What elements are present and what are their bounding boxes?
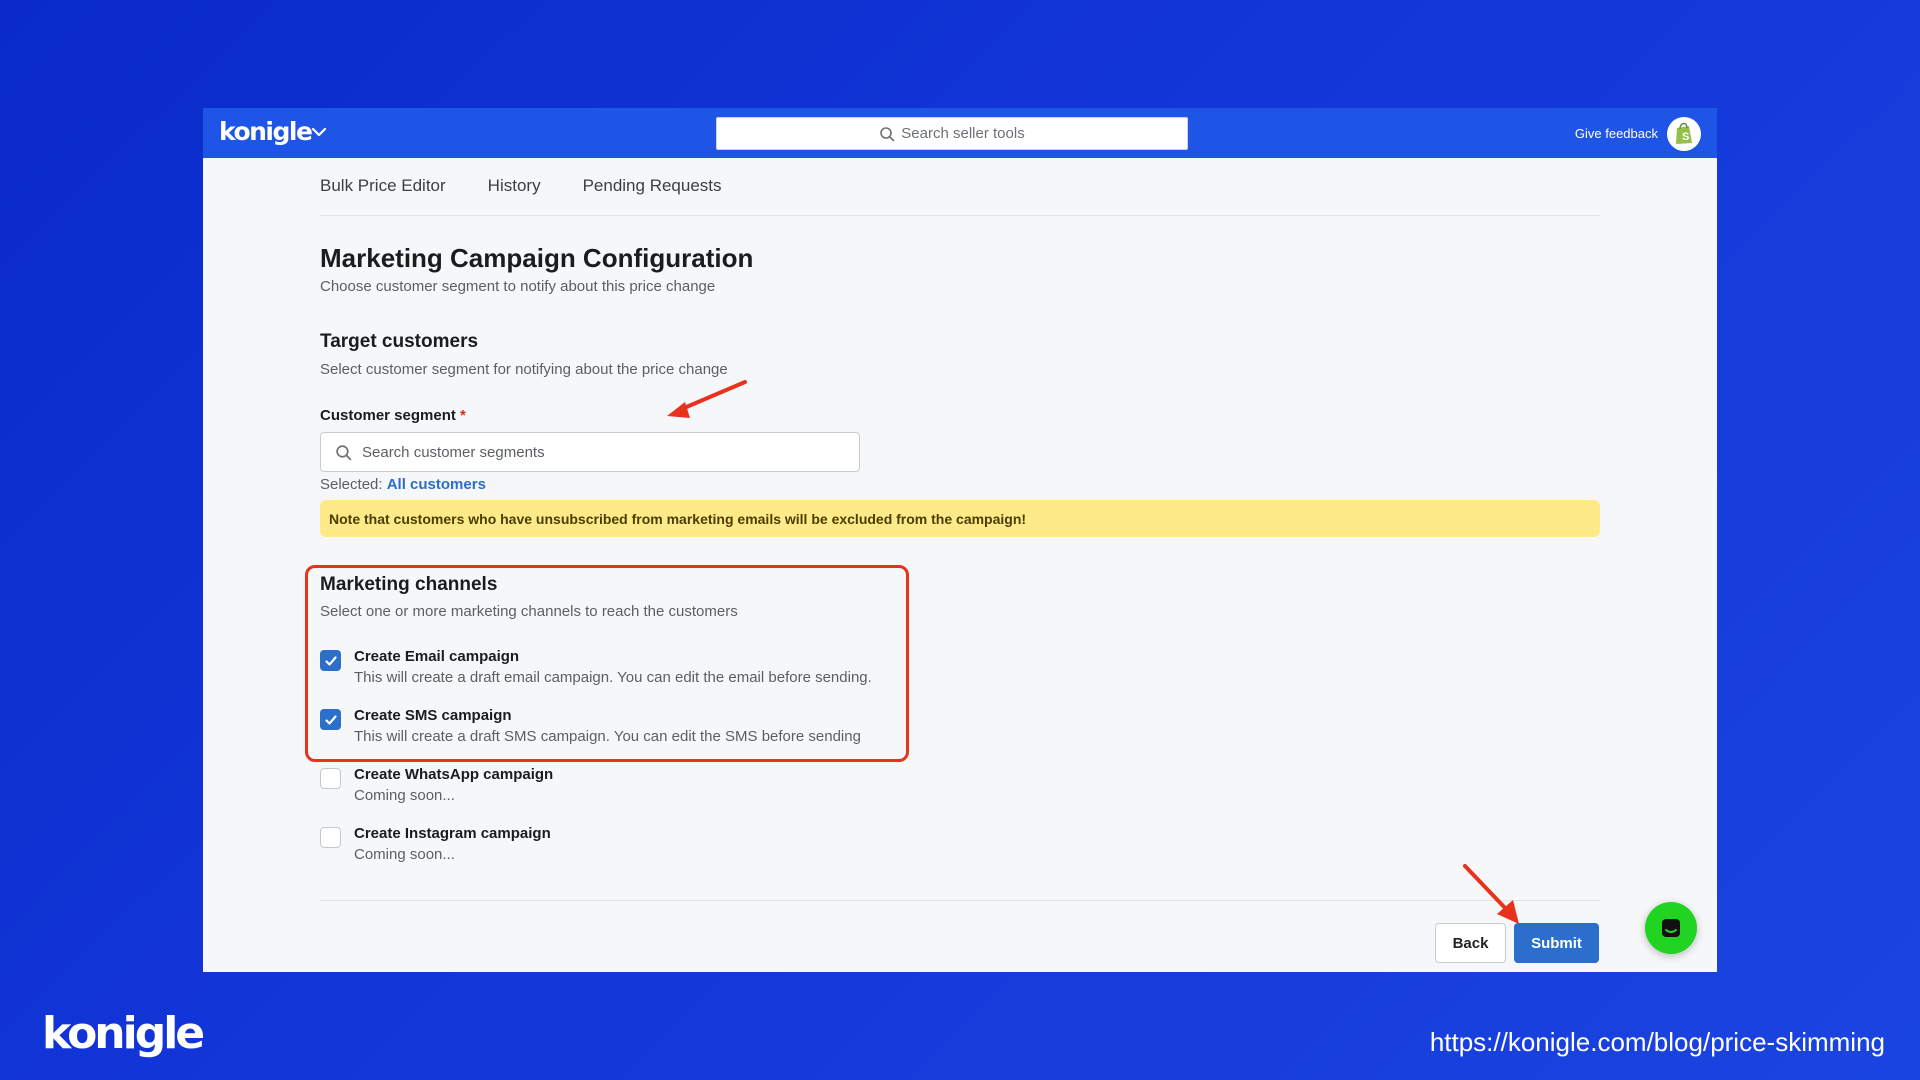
- top-bar: konigle Search seller tools Give feedbac…: [203, 108, 1717, 158]
- app-window: konigle Search seller tools Give feedbac…: [203, 108, 1717, 972]
- arrow-annotation-icon: [667, 380, 747, 418]
- whatsapp-campaign-label: Create WhatsApp campaign: [354, 766, 554, 783]
- segment-search-placeholder: Search customer segments: [362, 443, 545, 461]
- instagram-campaign-label: Create Instagram campaign: [354, 825, 551, 842]
- tab-history[interactable]: History: [488, 176, 541, 196]
- customer-segment-label-text: Customer segment: [320, 407, 456, 424]
- selected-segment: Selected: All customers: [320, 476, 486, 493]
- tabs-divider: [320, 215, 1600, 216]
- selected-segment-link[interactable]: All customers: [387, 476, 486, 493]
- give-feedback-link[interactable]: Give feedback: [1575, 126, 1658, 141]
- page-subtitle: Choose customer segment to notify about …: [320, 278, 716, 295]
- footer-divider: [320, 900, 1600, 901]
- arrow-annotation-icon: [1463, 864, 1519, 924]
- tab-pending-requests[interactable]: Pending Requests: [583, 176, 722, 196]
- checkbox-unchecked-icon[interactable]: [320, 827, 341, 848]
- whatsapp-campaign-desc: Coming soon...: [354, 787, 455, 804]
- footer-brand-logo: konigle: [42, 1008, 205, 1059]
- unsubscribe-notice-banner: Note that customers who have unsubscribe…: [320, 500, 1600, 537]
- svg-text:S: S: [1682, 131, 1689, 143]
- chat-icon: [1662, 919, 1680, 937]
- search-icon: [336, 444, 352, 460]
- blog-url: https://konigle.com/blog/price-skimming: [1429, 1027, 1885, 1057]
- seller-tools-search[interactable]: Search seller tools: [716, 117, 1188, 150]
- search-placeholder: Search seller tools: [901, 125, 1025, 142]
- target-customers-heading: Target customers: [320, 331, 479, 352]
- chevron-down-icon[interactable]: [308, 121, 330, 143]
- tab-bulk-price-editor[interactable]: Bulk Price Editor: [320, 176, 446, 196]
- shopify-icon[interactable]: S: [1667, 117, 1701, 151]
- target-customers-subtitle: Select customer segment for notifying ab…: [320, 361, 728, 378]
- page-title: Marketing Campaign Configuration: [320, 243, 754, 273]
- required-marker: *: [460, 407, 466, 424]
- tab-bar: Bulk Price Editor History Pending Reques…: [320, 176, 722, 196]
- customer-segment-label: Customer segment *: [320, 407, 466, 424]
- checkbox-unchecked-icon[interactable]: [320, 768, 341, 789]
- app-logo[interactable]: konigle: [219, 117, 313, 146]
- selected-prefix: Selected:: [320, 476, 383, 493]
- channels-highlight-annotation: [305, 565, 909, 762]
- customer-segment-search-input[interactable]: Search customer segments: [320, 432, 860, 472]
- search-icon: [880, 126, 895, 141]
- chat-widget-button[interactable]: [1645, 902, 1697, 954]
- instagram-campaign-desc: Coming soon...: [354, 846, 455, 863]
